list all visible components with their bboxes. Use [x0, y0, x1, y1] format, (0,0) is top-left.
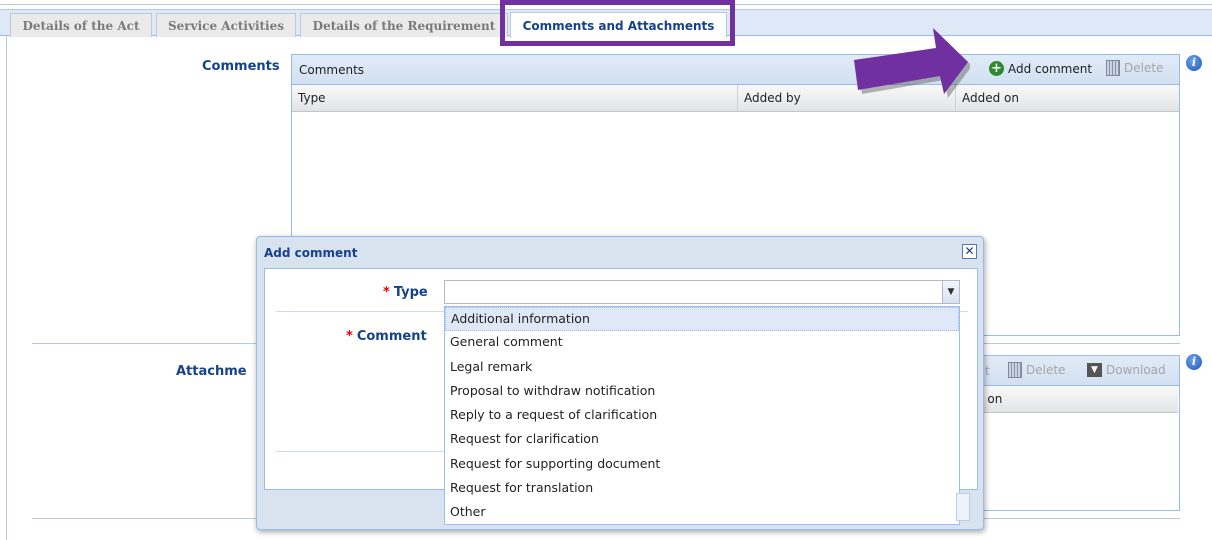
dialog-title: Add comment — [264, 246, 358, 260]
chevron-down-icon[interactable]: ▼ — [942, 281, 959, 303]
comments-grid-title: Comments — [299, 63, 365, 77]
required-mark: * — [346, 329, 353, 344]
dropdown-option[interactable]: Proposal to withdraw notification — [445, 380, 959, 404]
delete-attachment-button[interactable]: Delete — [1008, 362, 1065, 378]
dropdown-option[interactable]: Additional information — [445, 307, 959, 332]
info-icon[interactable]: i — [1186, 354, 1202, 370]
delete-comment-label: Delete — [1124, 61, 1164, 75]
type-dropdown-list: Additional information General comment L… — [444, 306, 960, 525]
type-combobox[interactable]: ▼ — [444, 280, 960, 304]
tab-details-of-the-act[interactable]: Details of the Act — [10, 13, 152, 37]
dropdown-option[interactable]: Reply to a request of clarification — [445, 404, 959, 428]
dropdown-option[interactable]: Other — [445, 501, 959, 525]
download-attachment-button[interactable]: ▼ Download — [1087, 363, 1166, 377]
column-added-on-partial[interactable]: ded on — [955, 386, 1178, 413]
dropdown-option[interactable]: Legal remark — [445, 356, 959, 380]
dropdown-option[interactable]: Request for clarification — [445, 428, 959, 452]
type-label-text: Type — [393, 285, 428, 300]
add-comment-label: Add comment — [1008, 61, 1093, 76]
dropdown-option[interactable]: Request for translation — [445, 477, 959, 501]
column-added-on[interactable]: Added on — [956, 85, 1179, 112]
add-comment-button[interactable]: + Add comment — [989, 61, 1092, 76]
download-icon: ▼ — [1087, 363, 1102, 377]
trash-icon — [1106, 60, 1120, 76]
dropdown-option[interactable]: Request for supporting document — [445, 453, 959, 477]
tab-service-activities[interactable]: Service Activities — [156, 13, 296, 37]
left-border — [6, 36, 7, 540]
tab-highlight-annotation — [500, 0, 735, 46]
tab-details-of-the-requirement[interactable]: Details of the Requirement — [300, 13, 508, 37]
attachments-section-label: Attachme — [176, 364, 247, 379]
plus-circle-icon: + — [989, 61, 1004, 76]
required-mark: * — [383, 285, 390, 300]
column-type[interactable]: Type — [292, 85, 738, 112]
dialog-footer-button-partial[interactable] — [956, 493, 970, 521]
type-label: * Type — [383, 285, 428, 300]
comments-section-label: Comments — [202, 59, 280, 74]
comment-label: * Comment — [346, 329, 427, 344]
delete-comment-button[interactable]: Delete — [1106, 60, 1163, 76]
trash-icon — [1008, 362, 1022, 378]
download-attachment-label: Download — [1106, 363, 1166, 377]
delete-attachment-label: Delete — [1026, 363, 1066, 377]
comment-label-text: Comment — [356, 329, 427, 344]
form-divider-bottom — [276, 451, 446, 452]
dropdown-option[interactable]: General comment — [445, 331, 959, 355]
close-icon[interactable]: ✕ — [962, 244, 977, 259]
annotation-arrow — [854, 28, 970, 98]
info-icon[interactable]: i — [1186, 55, 1202, 71]
